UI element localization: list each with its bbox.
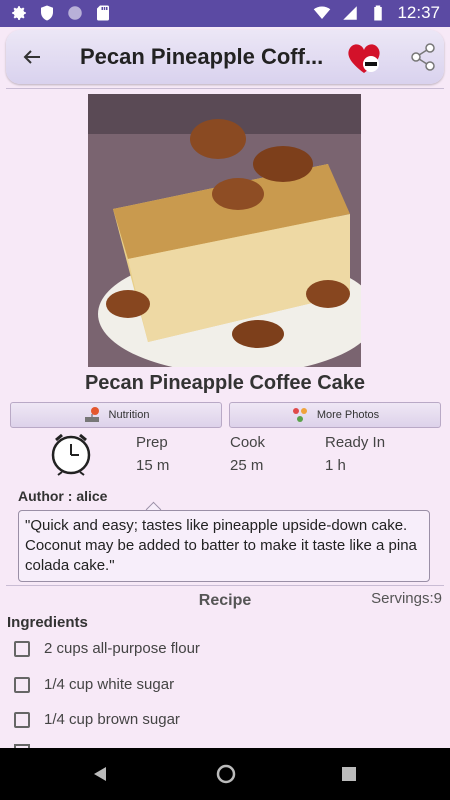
ingredient-text: 2 cups all-purpose flour — [44, 640, 200, 657]
ingredient-item[interactable]: 2 cups all-purpose flour — [14, 640, 200, 657]
favorite-heart-icon[interactable] — [344, 40, 384, 76]
ingredient-item[interactable]: 1/4 cup white sugar — [14, 676, 174, 693]
author-label: Author : alice — [18, 488, 108, 504]
ingredient-checkbox[interactable] — [14, 711, 30, 728]
divider — [6, 88, 444, 89]
divider — [6, 585, 444, 586]
nav-recents-icon[interactable] — [342, 767, 356, 781]
cook-time: Cook 25 m — [230, 434, 265, 474]
more-photos-label: More Photos — [316, 409, 380, 421]
cook-value: 25 m — [230, 457, 264, 474]
ingredient-text: 1/4 cup brown sugar — [44, 711, 180, 728]
ready-value: 1 h — [325, 457, 346, 474]
ingredient-item[interactable]: 1/4 cup brown sugar — [14, 711, 180, 728]
share-icon[interactable] — [408, 42, 438, 72]
alarm-clock-icon — [51, 433, 91, 476]
recipe-description: "Quick and easy; tastes like pineapple u… — [18, 510, 430, 582]
prep-value: 15 m — [136, 457, 170, 474]
system-nav-bar — [0, 748, 450, 800]
circle-icon — [68, 6, 82, 20]
status-time: 12:37 — [397, 3, 440, 22]
back-arrow-icon[interactable] — [20, 45, 44, 69]
status-bar: 12:37 — [0, 0, 450, 27]
ready-label: Ready In — [325, 434, 386, 451]
app-bar: Pecan Pineapple Coff... — [6, 30, 444, 84]
ingredient-text: 1/4 cup white sugar — [44, 676, 175, 693]
cook-label: Cook — [230, 434, 266, 451]
gear-icon — [12, 6, 26, 20]
ingredients-title: Ingredients — [7, 614, 88, 631]
photos-icon — [292, 408, 307, 422]
signal-icon — [343, 6, 358, 20]
servings-count[interactable]: Servings:9 — [371, 590, 442, 607]
shield-icon — [41, 5, 53, 21]
recipe-title: Pecan Pineapple Coffee Cake — [84, 372, 366, 394]
battery-icon — [374, 5, 383, 21]
nutrition-label: Nutrition — [108, 409, 150, 421]
more-photos-button[interactable]: More Photos — [229, 402, 441, 428]
scale-icon — [84, 407, 99, 422]
prep-label: Prep — [136, 434, 168, 451]
ingredient-checkbox[interactable] — [14, 640, 30, 657]
ingredient-checkbox[interactable] — [14, 676, 30, 693]
ready-time: Ready In 1 h — [325, 434, 385, 474]
wifi-icon — [314, 6, 331, 19]
nav-back-icon[interactable] — [92, 766, 108, 782]
app-bar-title: Pecan Pineapple Coff... — [80, 44, 324, 69]
sd-card-icon — [97, 5, 109, 21]
nutrition-button[interactable]: Nutrition — [10, 402, 222, 428]
prep-time: Prep 15 m — [136, 434, 169, 474]
recipe-photo[interactable] — [88, 94, 361, 367]
nav-home-icon[interactable] — [216, 764, 236, 784]
